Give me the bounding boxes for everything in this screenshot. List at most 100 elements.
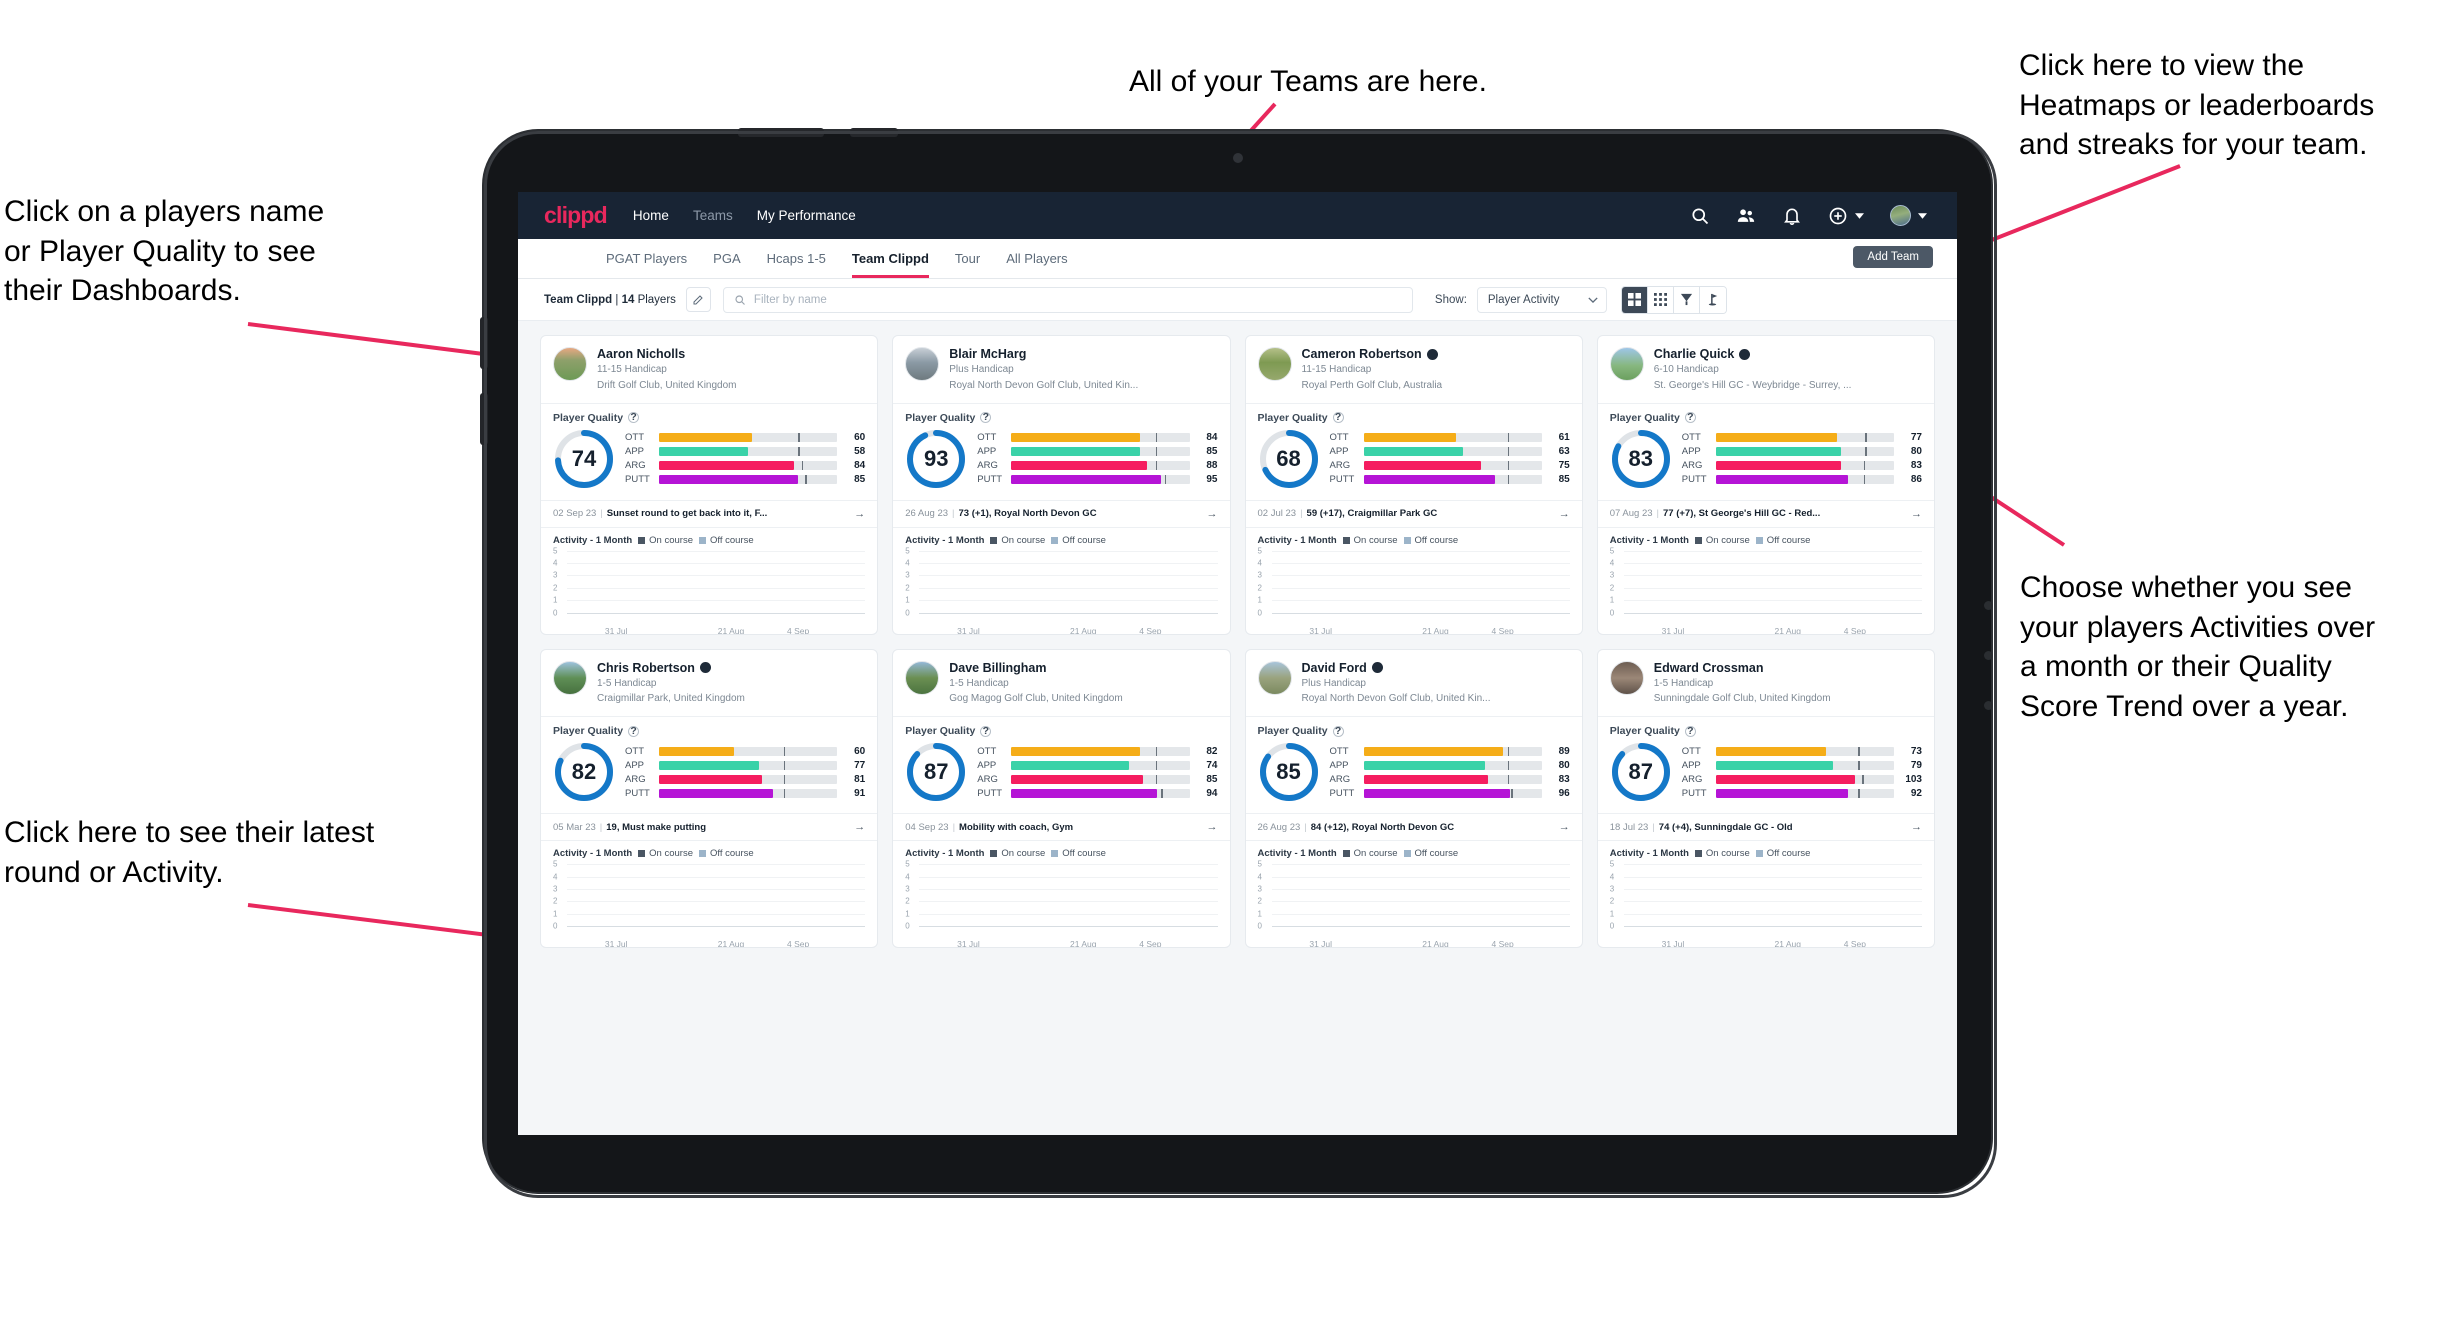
player-card[interactable]: David Ford Plus Handicap Royal North Devon… xyxy=(1244,648,1583,949)
player-card-header[interactable]: Dave Billingham 1-5 Handicap Gog Magog Gol… xyxy=(893,650,1229,717)
player-card-header[interactable]: Chris Robertson 1-5 Handicap Craigmillar P… xyxy=(541,650,877,717)
player-card[interactable]: Blair McHarg Plus Handicap Royal North Dev… xyxy=(892,335,1231,635)
player-avatar[interactable] xyxy=(1257,347,1292,381)
edit-team-button[interactable] xyxy=(685,287,711,312)
player-card[interactable]: Aaron Nicholls 11-15 Handicap Drift Golf C… xyxy=(540,335,879,635)
player-card[interactable]: Edward Crossman 1-5 Handicap Sunningdale G… xyxy=(1596,648,1935,949)
arrow-right-icon[interactable]: → xyxy=(854,821,865,833)
player-avatar[interactable] xyxy=(1609,347,1644,381)
arrow-right-icon[interactable]: → xyxy=(1911,508,1922,520)
arrow-right-icon[interactable]: → xyxy=(1559,821,1570,833)
account-menu[interactable] xyxy=(1890,205,1927,226)
player-name[interactable]: Aaron Nicholls xyxy=(597,347,865,361)
latest-activity-row[interactable]: 02 Sep 23 | Sunset round to get back into … xyxy=(541,499,878,527)
quality-ring[interactable]: 93 xyxy=(905,428,967,490)
clippd-logo[interactable]: clippd xyxy=(544,202,608,229)
player-avatar[interactable] xyxy=(905,347,940,381)
player-quality-body[interactable]: 93 OTT 84 APP 85 ARG 88 PUTT 95 xyxy=(893,426,1229,500)
help-icon[interactable]: ? xyxy=(980,412,992,424)
search-icon[interactable] xyxy=(1690,206,1710,226)
tab-pga[interactable]: PGA xyxy=(713,239,740,278)
help-icon[interactable]: ? xyxy=(1332,412,1344,424)
quality-ring[interactable]: 87 xyxy=(1610,741,1672,803)
latest-activity-row[interactable]: 18 Jul 23 | 74 (+4), Sunningdale GC - Old → xyxy=(1597,813,1934,840)
show-select[interactable]: Player Activity xyxy=(1476,286,1607,313)
view-grid-large-button[interactable] xyxy=(1621,286,1648,313)
quality-ring[interactable]: 85 xyxy=(1258,741,1320,803)
nav-link-teams[interactable]: Teams xyxy=(693,208,733,223)
player-avatar[interactable] xyxy=(1257,660,1292,695)
help-icon[interactable]: ? xyxy=(628,725,640,737)
tab-team-clippd[interactable]: Team Clippd xyxy=(851,239,929,278)
help-icon[interactable]: ? xyxy=(628,412,640,424)
view-leaderboard-button[interactable] xyxy=(1673,286,1700,313)
player-quality-body[interactable]: 87 OTT 73 APP 79 ARG 103 PUTT 92 xyxy=(1598,739,1934,813)
player-name[interactable]: Dave Billingham xyxy=(949,661,1217,675)
player-quality-body[interactable]: 85 OTT 89 APP 80 ARG 83 PUTT 96 xyxy=(1246,739,1582,813)
bell-icon[interactable] xyxy=(1782,206,1802,226)
player-card[interactable]: Charlie Quick 6-10 Handicap St. George's H… xyxy=(1596,335,1935,635)
view-grid-small-button[interactable] xyxy=(1647,286,1674,313)
arrow-right-icon[interactable]: → xyxy=(1207,821,1218,833)
latest-activity-row[interactable]: 07 Aug 23 | 77 (+7), St George's Hill GC -… xyxy=(1597,499,1934,527)
player-card-header[interactable]: David Ford Plus Handicap Royal North Devon… xyxy=(1246,650,1582,717)
player-name[interactable]: David Ford xyxy=(1302,661,1570,675)
player-name[interactable]: Edward Crossman xyxy=(1654,661,1922,675)
arrow-right-icon[interactable]: → xyxy=(1207,508,1218,520)
player-card-header[interactable]: Charlie Quick 6-10 Handicap St. George's H… xyxy=(1598,336,1934,403)
avatar[interactable] xyxy=(1890,205,1911,226)
help-icon[interactable]: ? xyxy=(1684,725,1696,737)
player-card-header[interactable]: Edward Crossman 1-5 Handicap Sunningdale G… xyxy=(1598,650,1934,717)
player-avatar[interactable] xyxy=(905,660,940,695)
player-name[interactable]: Cameron Robertson xyxy=(1302,347,1570,361)
player-avatar[interactable] xyxy=(553,347,587,381)
chevron-down-icon[interactable] xyxy=(1855,212,1864,219)
player-name[interactable]: Chris Robertson xyxy=(597,661,865,675)
search-input[interactable]: Filter by name xyxy=(722,286,1413,313)
quality-ring[interactable]: 68 xyxy=(1258,428,1320,490)
tab-tour[interactable]: Tour xyxy=(955,239,980,278)
arrow-right-icon[interactable]: → xyxy=(854,508,865,520)
arrow-right-icon[interactable]: → xyxy=(1559,508,1570,520)
player-quality-body[interactable]: 87 OTT 82 APP 74 ARG 85 PUTT 94 xyxy=(893,739,1229,813)
add-menu[interactable] xyxy=(1828,206,1864,226)
player-card[interactable]: Chris Robertson 1-5 Handicap Craigmillar P… xyxy=(540,648,879,949)
player-avatar[interactable] xyxy=(1609,660,1644,695)
player-card-header[interactable]: Cameron Robertson 11-15 Handicap Royal Per… xyxy=(1246,336,1582,403)
quality-ring[interactable]: 87 xyxy=(905,741,967,803)
metric-benchmark-tick xyxy=(1507,447,1510,457)
quality-ring[interactable]: 74 xyxy=(553,428,615,490)
add-team-button[interactable]: Add Team xyxy=(1853,246,1933,268)
plus-circle-icon[interactable] xyxy=(1828,206,1848,226)
people-icon[interactable] xyxy=(1736,206,1756,226)
help-icon[interactable]: ? xyxy=(980,725,992,737)
help-icon[interactable]: ? xyxy=(1332,725,1344,737)
latest-activity-row[interactable]: 26 Aug 23 | 73 (+1), Royal North Devon GC → xyxy=(893,499,1230,527)
arrow-right-icon[interactable]: → xyxy=(1911,821,1922,833)
player-card[interactable]: Cameron Robertson 11-15 Handicap Royal Per… xyxy=(1244,335,1583,635)
player-quality-body[interactable]: 83 OTT 77 APP 80 ARG 83 PUTT 86 xyxy=(1598,426,1934,500)
player-quality-body[interactable]: 68 OTT 61 APP 63 ARG 75 PUTT 85 xyxy=(1246,426,1582,500)
chevron-down-icon[interactable] xyxy=(1918,212,1927,219)
tab-pgat-players[interactable]: PGAT Players xyxy=(606,239,687,278)
player-quality-body[interactable]: 74 OTT 60 APP 58 ARG 84 PUTT 85 xyxy=(541,426,877,500)
latest-activity-row[interactable]: 02 Jul 23 | 59 (+17), Craigmillar Park GC → xyxy=(1245,499,1582,527)
player-card-header[interactable]: Blair McHarg Plus Handicap Royal North Dev… xyxy=(893,336,1229,403)
quality-ring[interactable]: 83 xyxy=(1610,428,1672,490)
nav-link-home[interactable]: Home xyxy=(633,208,669,223)
player-avatar[interactable] xyxy=(553,660,587,695)
latest-activity-row[interactable]: 26 Aug 23 | 84 (+12), Royal North Devon GC… xyxy=(1245,813,1582,840)
latest-activity-row[interactable]: 04 Sep 23 | Mobility with coach, Gym → xyxy=(893,813,1230,840)
player-name[interactable]: Charlie Quick xyxy=(1654,347,1922,361)
player-card-header[interactable]: Aaron Nicholls 11-15 Handicap Drift Golf C… xyxy=(541,336,877,403)
player-name[interactable]: Blair McHarg xyxy=(949,347,1217,361)
view-course-button[interactable] xyxy=(1699,286,1726,313)
quality-ring[interactable]: 82 xyxy=(553,741,615,803)
player-quality-body[interactable]: 82 OTT 60 APP 77 ARG 81 PUTT 91 xyxy=(541,739,877,813)
latest-activity-row[interactable]: 05 Mar 23 | 19, Must make putting → xyxy=(541,813,878,840)
nav-link-my-performance[interactable]: My Performance xyxy=(757,208,856,223)
player-card[interactable]: Dave Billingham 1-5 Handicap Gog Magog Gol… xyxy=(892,648,1231,949)
tab-hcaps-1-5[interactable]: Hcaps 1-5 xyxy=(767,239,826,278)
tab-all-players[interactable]: All Players xyxy=(1006,239,1067,278)
help-icon[interactable]: ? xyxy=(1684,412,1696,424)
